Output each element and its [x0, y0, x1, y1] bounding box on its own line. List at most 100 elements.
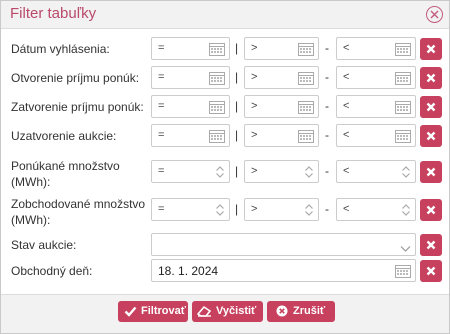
date-gt-input[interactable]: > [244, 66, 319, 89]
spinner-icon[interactable] [401, 203, 411, 222]
operator-eq: = [158, 100, 165, 112]
date-lt-input[interactable]: < [336, 37, 416, 60]
pipe-separator: | [235, 128, 239, 142]
clear-row-button[interactable] [420, 199, 442, 221]
row-label: Stav aukcie: [11, 238, 77, 252]
dash-separator: - [325, 128, 329, 142]
dialog-footer: Filtrovať Vyčistiť Zrušiť [1, 294, 449, 333]
spinner-icon[interactable] [304, 165, 314, 184]
date-eq-input[interactable]: = [151, 66, 230, 89]
operator-eq: = [158, 165, 165, 177]
clear-row-button[interactable] [420, 260, 442, 282]
calendar-icon[interactable] [395, 42, 411, 61]
date-eq-input[interactable]: = [151, 95, 230, 118]
dash-separator: - [325, 202, 329, 216]
number-lt-input[interactable]: < [336, 198, 416, 221]
calendar-icon[interactable] [395, 100, 411, 119]
filter-button[interactable]: Filtrovať [118, 301, 188, 322]
row-ponukane-mnozstvo: Ponúkané množstvo (MWh): = | > - < [1, 159, 449, 191]
date-gt-input[interactable]: > [244, 124, 319, 147]
pipe-separator: | [235, 164, 239, 178]
dialog-header: Filter tabuľky [1, 1, 449, 29]
eraser-icon [197, 305, 212, 317]
dialog-title: Filter tabuľky [10, 5, 97, 22]
row-uzatvorenie-aukcie: Uzatvorenie aukcie: = | > - < [1, 124, 449, 147]
cancel-button-label: Zrušiť [293, 305, 326, 317]
date-gt-input[interactable]: > [244, 95, 319, 118]
operator-eq: = [158, 129, 165, 141]
row-label-line2: (MWh): [11, 175, 51, 189]
dash-separator: - [325, 70, 329, 84]
clear-button[interactable]: Vyčistiť [192, 301, 263, 322]
date-lt-input[interactable]: < [336, 95, 416, 118]
close-icon[interactable] [426, 6, 443, 23]
row-otvorenie-prijmu: Otvorenie príjmu ponúk: = | > - < [1, 66, 449, 89]
number-eq-input[interactable]: = [151, 198, 230, 221]
row-label-line2: (MWh): [11, 213, 51, 227]
dash-separator: - [325, 99, 329, 113]
date-lt-input[interactable]: < [336, 66, 416, 89]
filter-button-label: Filtrovať [141, 305, 186, 317]
obchodny-den-input[interactable]: 18. 1. 2024 [151, 259, 416, 282]
pipe-separator: | [235, 202, 239, 216]
operator-gt: > [251, 165, 258, 177]
row-obchodny-den: Obchodný deň: 18. 1. 2024 [1, 259, 449, 282]
row-datum-vyhlasenia: Dátum vyhlásenia: = | > - < [1, 37, 449, 60]
row-stav-aukcie: Stav aukcie: [1, 233, 449, 256]
clear-row-button[interactable] [420, 38, 442, 60]
clear-row-button[interactable] [420, 161, 442, 183]
number-gt-input[interactable]: > [244, 198, 319, 221]
calendar-icon[interactable] [395, 129, 411, 148]
spinner-icon[interactable] [304, 203, 314, 222]
calendar-icon[interactable] [209, 129, 225, 148]
row-label-line1: Ponúkané množstvo [11, 159, 120, 173]
number-gt-input[interactable]: > [244, 160, 319, 183]
operator-lt: < [343, 42, 350, 54]
spinner-icon[interactable] [215, 203, 225, 222]
close-circle-icon [276, 305, 288, 317]
row-label: Zatvorenie príjmu ponúk: [11, 100, 144, 114]
date-lt-input[interactable]: < [336, 124, 416, 147]
cancel-button[interactable]: Zrušiť [267, 301, 335, 322]
clear-row-button[interactable] [420, 96, 442, 118]
spinner-icon[interactable] [215, 165, 225, 184]
check-icon [124, 306, 137, 317]
calendar-icon[interactable] [209, 71, 225, 90]
number-lt-input[interactable]: < [336, 160, 416, 183]
date-eq-input[interactable]: = [151, 124, 230, 147]
dash-separator: - [325, 41, 329, 55]
pipe-separator: | [235, 70, 239, 84]
calendar-icon[interactable] [209, 42, 225, 61]
spinner-icon[interactable] [401, 165, 411, 184]
calendar-icon[interactable] [298, 71, 314, 90]
row-label: Otvorenie príjmu ponúk: [11, 71, 140, 85]
pipe-separator: | [235, 99, 239, 113]
operator-gt: > [251, 42, 258, 54]
date-value: 18. 1. 2024 [158, 264, 219, 278]
row-label: Obchodný deň: [11, 264, 93, 278]
operator-eq: = [158, 42, 165, 54]
clear-row-button[interactable] [420, 234, 442, 256]
operator-gt: > [251, 71, 258, 83]
row-label: Uzatvorenie aukcie: [11, 129, 117, 143]
operator-lt: < [343, 165, 350, 177]
operator-lt: < [343, 129, 350, 141]
calendar-icon[interactable] [298, 42, 314, 61]
calendar-icon[interactable] [209, 100, 225, 119]
calendar-icon[interactable] [298, 129, 314, 148]
operator-lt: < [343, 100, 350, 112]
date-eq-input[interactable]: = [151, 37, 230, 60]
stav-aukcie-select[interactable] [151, 233, 416, 256]
dash-separator: - [325, 164, 329, 178]
date-gt-input[interactable]: > [244, 37, 319, 60]
filter-dialog: Filter tabuľky Dátum vyhlásenia: = | > -… [0, 0, 450, 334]
clear-row-button[interactable] [420, 67, 442, 89]
row-label-line1: Zobchodované množstvo [11, 197, 146, 211]
calendar-icon[interactable] [395, 264, 411, 283]
row-label: Dátum vyhlásenia: [11, 42, 110, 56]
number-eq-input[interactable]: = [151, 160, 230, 183]
calendar-icon[interactable] [395, 71, 411, 90]
calendar-icon[interactable] [298, 100, 314, 119]
clear-row-button[interactable] [420, 125, 442, 147]
operator-gt: > [251, 203, 258, 215]
